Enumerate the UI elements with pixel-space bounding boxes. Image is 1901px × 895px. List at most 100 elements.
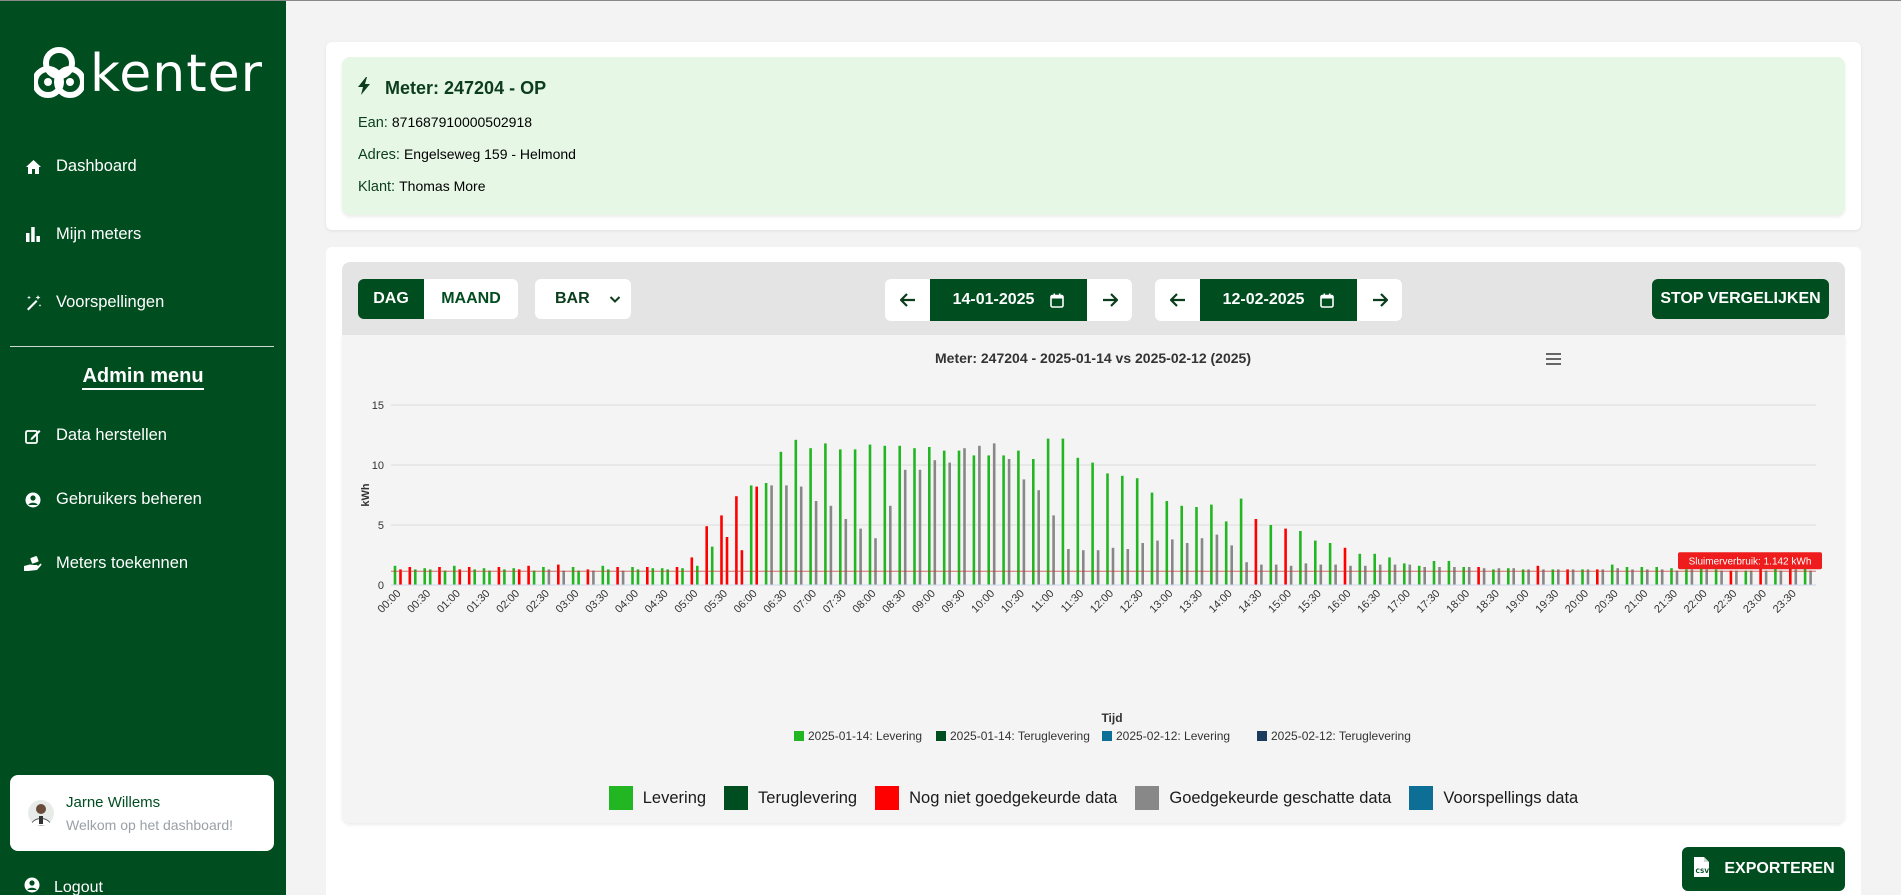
- bar: [749, 485, 753, 585]
- y-tick-label: 0: [378, 580, 384, 592]
- x-tick-label: 16:30: [1355, 588, 1383, 616]
- next-date-button[interactable]: [1087, 279, 1132, 321]
- bar: [571, 567, 575, 585]
- bar: [1091, 462, 1094, 585]
- prev-date-button[interactable]: [1155, 279, 1200, 321]
- bar: [423, 568, 426, 585]
- nav-meters-toekennen[interactable]: Meters toekennen: [24, 554, 188, 573]
- exporteren-button[interactable]: CSV EXPORTEREN: [1682, 847, 1845, 891]
- klant-line: Klant: Thomas More: [358, 178, 485, 195]
- x-tick-label: 23:30: [1771, 588, 1799, 616]
- bar: [621, 570, 625, 585]
- nav-gebruikers-beheren[interactable]: Gebruikers beheren: [24, 490, 202, 509]
- ean-line: Ean: 871687910000502918: [358, 114, 532, 131]
- x-axis-label: Tijd: [1101, 711, 1122, 725]
- bar: [829, 505, 833, 585]
- bar: [1061, 438, 1065, 585]
- bar: [1720, 570, 1723, 585]
- sidebar-divider: [10, 346, 274, 347]
- bar: [1121, 475, 1124, 585]
- bar: [512, 568, 515, 585]
- bar: [1744, 570, 1748, 585]
- bar: [779, 451, 783, 585]
- bar: [1200, 538, 1204, 585]
- x-tick-label: 12:00: [1088, 588, 1116, 616]
- x-tick-label: 20:30: [1593, 588, 1621, 616]
- x-tick-label: 17:30: [1415, 588, 1443, 616]
- nav-dashboard[interactable]: Dashboard: [24, 157, 137, 176]
- bar: [408, 567, 412, 585]
- bar: [705, 526, 708, 585]
- x-tick-label: 15:30: [1296, 588, 1324, 616]
- nav-data-herstellen[interactable]: Data herstellen: [24, 426, 167, 445]
- nav-label: Gebruikers beheren: [56, 490, 202, 508]
- prev-date-button[interactable]: [885, 279, 930, 321]
- logout-label: Logout: [54, 878, 103, 895]
- nav-voorspellingen[interactable]: Voorspellingen: [24, 293, 164, 312]
- chart-svg: Meter: 247204 - 2025-01-14 vs 2025-02-12…: [360, 350, 1822, 743]
- klant-label: Klant:: [358, 179, 396, 195]
- bar: [1328, 543, 1332, 585]
- bar: [1403, 563, 1406, 585]
- x-tick-label: 02:00: [494, 588, 522, 616]
- bar: [651, 568, 655, 585]
- maand-button[interactable]: MAAND: [424, 279, 518, 319]
- date-input-2[interactable]: 12-02-2025: [1200, 279, 1357, 321]
- bar: [1364, 565, 1367, 585]
- bar: [992, 443, 996, 585]
- chart-type-select[interactable]: BAR: [535, 279, 631, 319]
- bar: [1299, 531, 1302, 585]
- bar: [720, 515, 723, 585]
- bar: [710, 546, 714, 585]
- bar: [1497, 568, 1501, 585]
- user-card[interactable]: Jarne Willems Welkom op het dashboard!: [10, 775, 274, 851]
- nav-label: Data herstellen: [56, 426, 167, 444]
- series-legend-label: 2025-01-14: Teruglevering: [950, 729, 1090, 743]
- bar: [972, 455, 976, 585]
- user-circle-icon: [24, 877, 40, 895]
- status-legend: Levering Teruglevering Nog niet goedgekeur…: [342, 786, 1845, 810]
- x-tick-label: 02:30: [524, 588, 552, 616]
- bar: [1764, 570, 1768, 585]
- bar: [1432, 561, 1436, 585]
- status-legend-item: Teruglevering: [724, 786, 857, 810]
- bar: [1007, 459, 1011, 585]
- bar: [557, 564, 560, 585]
- x-tick-label: 01:30: [465, 588, 493, 616]
- bar: [1809, 570, 1812, 585]
- kenter-logo[interactable]: kenter: [34, 45, 263, 103]
- bar: [1675, 570, 1679, 585]
- klant-value: Thomas More: [399, 178, 486, 194]
- next-date-button[interactable]: [1357, 279, 1402, 321]
- x-tick-label: 08:30: [880, 588, 908, 616]
- x-tick-label: 20:00: [1563, 588, 1591, 616]
- chart-area: Meter: 247204 - 2025-01-14 vs 2025-02-12…: [342, 335, 1845, 823]
- x-tick-label: 03:00: [554, 588, 582, 616]
- bar: [824, 443, 827, 585]
- chart-type-value: BAR: [555, 290, 590, 307]
- bar: [1438, 567, 1441, 585]
- bar: [681, 568, 684, 585]
- series-legend-swatch: [1102, 731, 1112, 741]
- nav-mijn-meters[interactable]: Mijn meters: [24, 225, 141, 244]
- admin-menu-title: Admin menu: [0, 365, 286, 390]
- logout-link[interactable]: Logout: [24, 877, 103, 895]
- bar: [874, 538, 877, 585]
- bar: [532, 570, 536, 585]
- date-value-2: 12-02-2025: [1222, 291, 1305, 308]
- bar: [1304, 563, 1308, 585]
- date-input-1[interactable]: 14-01-2025: [930, 279, 1087, 321]
- menu-icon-bar: [1546, 353, 1561, 355]
- bar: [987, 455, 990, 585]
- bar: [1274, 564, 1278, 585]
- bar: [957, 450, 961, 585]
- dag-button[interactable]: DAG: [358, 279, 424, 319]
- hand-holding-icon: [24, 555, 42, 573]
- bar: [1423, 567, 1426, 585]
- bar: [1507, 568, 1510, 585]
- bar: [1224, 521, 1228, 585]
- bar: [1417, 565, 1421, 585]
- stop-vergelijken-button[interactable]: STOP VERGELIJKEN: [1652, 279, 1829, 319]
- kenter-logo-icon: [34, 47, 84, 98]
- user-circle-icon: [24, 491, 42, 509]
